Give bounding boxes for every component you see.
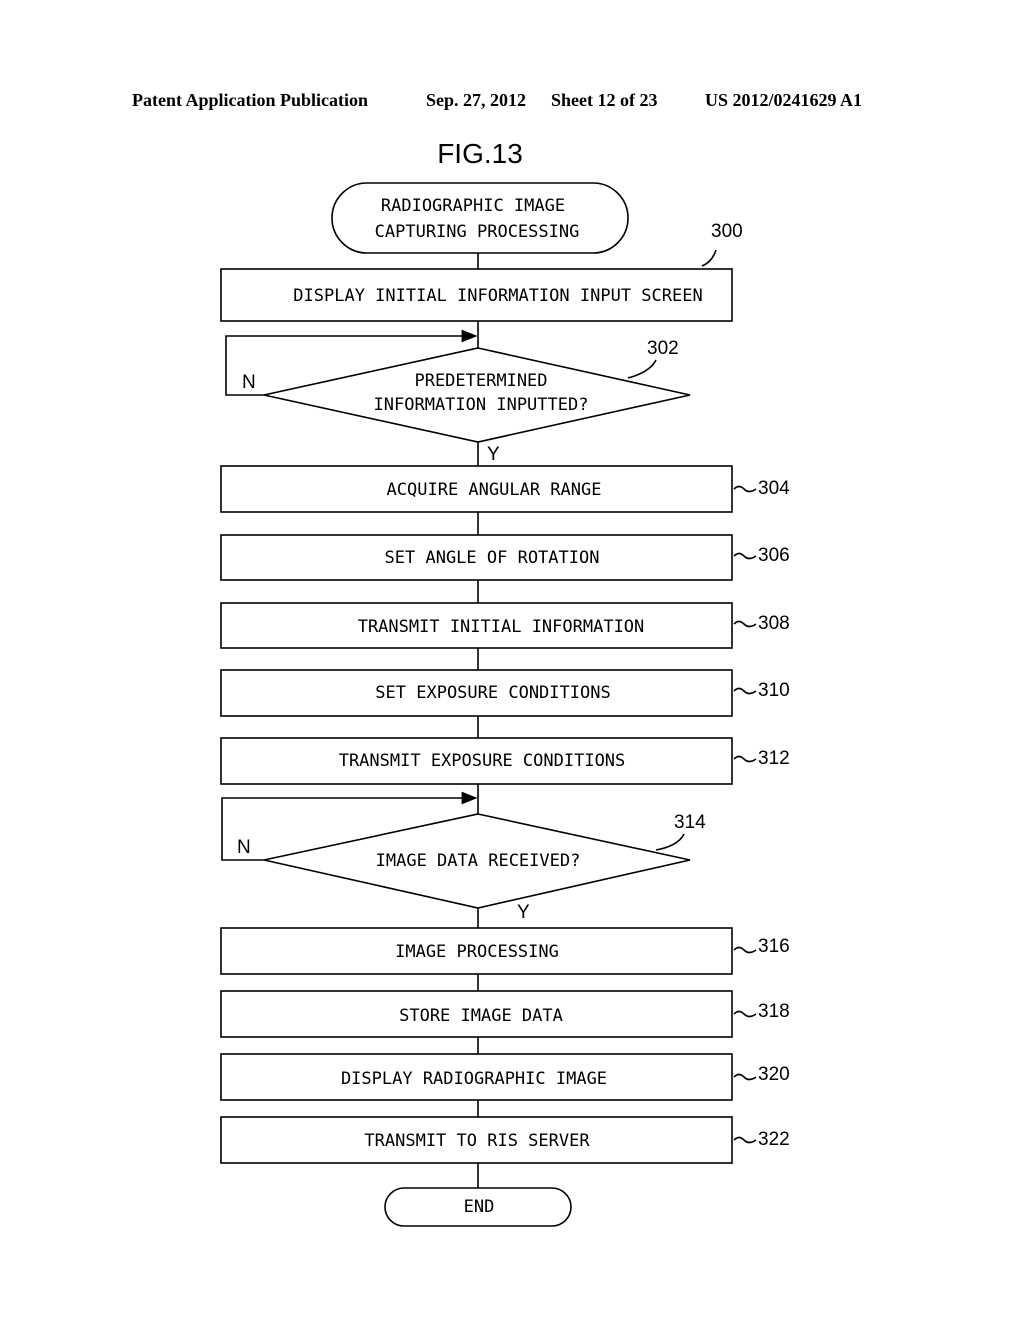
leader-300 (701, 249, 717, 267)
ref-304: 304 (758, 478, 790, 499)
decision-314-yes: Y (517, 902, 530, 923)
leader-322 (733, 1136, 757, 1144)
leader-316 (733, 946, 757, 954)
ref-312: 312 (758, 748, 790, 769)
leader-310 (733, 687, 757, 695)
leader-312 (733, 755, 757, 763)
leader-306 (733, 552, 757, 560)
leader-314 (655, 833, 685, 851)
flowchart: RADIOGRAPHIC IMAGE CAPTURING PROCESSING … (220, 182, 790, 1227)
step-label-322: TRANSMIT TO RIS SERVER (364, 1131, 590, 1151)
step-label-320: DISPLAY RADIOGRAPHIC IMAGE (341, 1069, 607, 1089)
leader-304 (733, 485, 757, 493)
leader-308 (733, 620, 757, 628)
ref-300: 300 (711, 221, 743, 242)
decision-302-no: N (242, 372, 256, 393)
decision-302-line1: PREDETERMINED (414, 371, 547, 391)
ref-316: 316 (758, 936, 790, 957)
decision-302-yes: Y (487, 444, 500, 465)
step-label-318: STORE IMAGE DATA (399, 1006, 563, 1026)
step-label-306: SET ANGLE OF ROTATION (385, 548, 600, 568)
ref-302: 302 (647, 338, 679, 359)
leader-318 (733, 1010, 757, 1018)
step-label-312: TRANSMIT EXPOSURE CONDITIONS (339, 751, 626, 771)
leader-302 (627, 359, 657, 379)
step-label-300: DISPLAY INITIAL INFORMATION INPUT SCREEN (293, 286, 702, 306)
end-label: END (464, 1197, 495, 1217)
start-label-1: RADIOGRAPHIC IMAGE (381, 196, 565, 216)
ref-308: 308 (758, 613, 790, 634)
ref-314: 314 (674, 812, 706, 833)
step-label-308: TRANSMIT INITIAL INFORMATION (358, 617, 645, 637)
start-terminator (331, 182, 629, 254)
leader-320 (733, 1073, 757, 1081)
start-label-2: CAPTURING PROCESSING (375, 222, 580, 242)
ref-320: 320 (758, 1064, 790, 1085)
decision-302-line2: INFORMATION INPUTTED? (374, 395, 589, 415)
step-label-316: IMAGE PROCESSING (395, 942, 559, 962)
step-label-310: SET EXPOSURE CONDITIONS (375, 683, 610, 703)
ref-306: 306 (758, 545, 790, 566)
ref-318: 318 (758, 1001, 790, 1022)
ref-310: 310 (758, 680, 790, 701)
decision-314-line1: IMAGE DATA RECEIVED? (376, 851, 581, 871)
ref-322: 322 (758, 1129, 790, 1150)
step-label-304: ACQUIRE ANGULAR RANGE (387, 480, 602, 500)
decision-314-no: N (237, 837, 251, 858)
